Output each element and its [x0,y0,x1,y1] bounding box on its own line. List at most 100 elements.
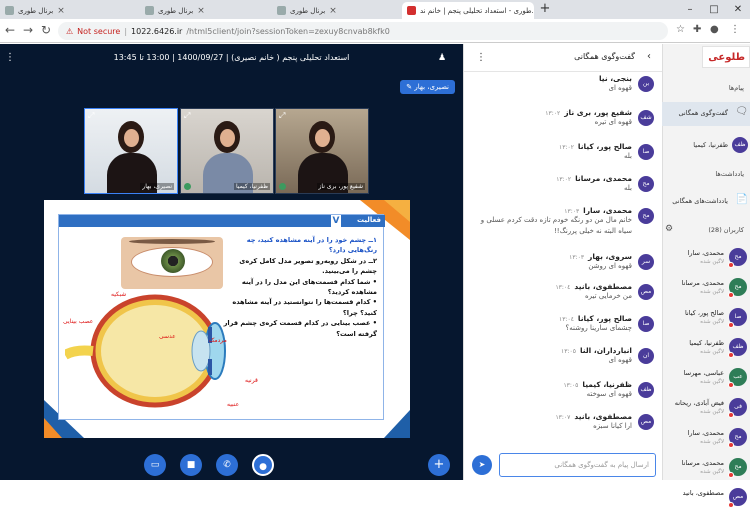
message-sender: مصطفوی، بانید١٣:٠٤ [474,282,632,291]
menu-icon[interactable]: ⋮ [730,24,740,35]
avatar: مح [638,208,654,224]
presentation-slide[interactable]: فعالیت V ١ــ چشم خود را در آینه مشاهده ک… [44,200,410,438]
close-tab-icon[interactable]: × [57,6,65,16]
profile-icon[interactable]: ● [710,24,719,35]
message-time: ١٣:٠٧ [555,414,571,421]
avatar: ظف [732,137,748,153]
close-window-icon[interactable]: ✕ [726,0,750,19]
browser-tab-active[interactable]: طوری - استعداد تحلیلی پنجم | خانم ند... … [402,2,534,19]
user-name: صالح پور، کیانا [684,309,724,317]
security-label: Not secure [77,26,121,36]
public-chat-label: گفت‌وگوی همگانی [678,109,729,117]
label-optic-nerve: عصب بینایی [63,318,94,325]
label-pupil: مردمک [209,337,227,344]
chat-message: صا صالح پور، کیانا١٣:٠٤ چشمای سارینا روشنه… [474,314,654,334]
chat-message: سر سروی، بهار١٣:٠٣ قهوه ای روشن [474,252,654,272]
message-text: قهوه ای [608,84,632,92]
note-icon: 📄 [735,194,748,205]
users-toggle-icon[interactable]: ♟ [438,53,446,63]
expand-icon[interactable]: ⤢ [88,111,94,121]
sender-name: محمدی، مرسانا [575,174,632,183]
chat-input[interactable]: ارسال پیام به گفت‌وگوی همگانی [499,453,656,477]
browser-tab[interactable]: برنال طوری × [0,2,140,19]
meeting-title: استعداد تحلیلی پنجم ( خانم نصیری) | 1400… [113,53,350,62]
tab-title: طوری - استعداد تحلیلی پنجم | خانم ند... [420,6,534,15]
avatar: صا [638,144,654,160]
user-sidebar: طلوعی پیام‌ها 🗨 گفت‌وگوی همگانی ظف ظفرنی… [662,44,750,508]
window-controls: – □ ✕ [678,0,750,19]
user-name: ظفرنیا، کیمیا [689,339,724,347]
conference-toolbar: ▭ ■ ✆ ● + [0,454,463,480]
extension-icon[interactable]: ✚ [693,24,701,35]
shared-notes-label: یادداشت‌های همگانی [672,197,728,205]
forward-icon[interactable]: → [20,23,36,37]
camera-button[interactable]: ■ [180,454,202,476]
user-list-item[interactable]: مح محمدی، سارا لاگین شده [662,244,750,276]
public-chat-item[interactable]: 🗨 گفت‌وگوی همگانی [662,102,750,126]
webcam-tile-active[interactable]: ⤢ نصیری، بهار [84,108,178,194]
close-tab-icon[interactable]: × [329,6,337,16]
status-dot [728,502,734,508]
user-list-item[interactable]: مح محمدی، مرسانا لاگین شده [662,454,750,486]
messages-section-label: پیام‌ها [728,84,744,92]
status-dot [728,352,734,358]
back-icon[interactable]: ← [2,23,18,37]
chat-header: ⋮ گفت‌وگوی همگانی ‹ [464,44,663,72]
question-line: ٢ــ در شکل روبه‌رو تصویر مدل کامل کره‌ی … [239,256,377,276]
avatar: سر [638,254,654,270]
shared-notes-item[interactable]: 📄 یادداشت‌های همگانی [662,190,750,214]
chat-options-icon[interactable]: ⋮ [476,52,486,63]
microphone-button[interactable]: ● [252,454,274,476]
webcam-tile[interactable]: ⤢ شفیع پور، بری ناز [275,108,369,194]
warning-icon: ⚠ [66,26,74,36]
maximize-icon[interactable]: □ [702,0,726,19]
expand-icon[interactable]: ⤢ [279,111,285,121]
sender-name: صالح پور، کیانا [577,142,632,151]
user-list-item[interactable]: صا صالح پور، کیانا لاگین شده [662,304,750,336]
message-time: ١٣:٠٢ [556,176,572,183]
user-list-item[interactable]: مح محمدی، مرسانا لاگین شده [662,274,750,306]
user-list-item[interactable]: عب عباسی، مهرسا لاگین شده [662,364,750,396]
actions-plus-button[interactable]: + [428,454,450,476]
tab-title: برنال طوری [158,6,194,15]
user-name: فیض آبادی، ریحانه [674,399,724,407]
user-list-item[interactable]: ظف ظفرنیا، کیمیا لاگین شده [662,334,750,366]
user-list-item[interactable]: مص مصطفوی، بانید [662,484,750,516]
browser-tab[interactable]: برنال طوری × [140,2,272,19]
chat-message: مح محمدی، مرسانا١٣:٠٢ بله [474,174,654,194]
star-icon[interactable]: ☆ [676,24,685,35]
phone-button[interactable]: ✆ [216,454,238,476]
settings-gear-icon[interactable]: ⚙ [665,224,673,234]
share-screen-button[interactable]: ▭ [144,454,166,476]
send-button[interactable]: ➤ [472,455,492,475]
url-field[interactable]: ⚠ Not secure | 1022.6426.ir/html5client/… [58,22,668,40]
close-tab-icon[interactable]: × [197,6,205,16]
browser-tab[interactable]: برنال طوری × [272,2,402,19]
user-name: محمدی، مرسانا [681,459,724,467]
message-sender: محمدی، مرسانا١٣:٠٢ [474,174,632,183]
label-cornea: قرنیه [245,377,258,384]
message-time: ١٣:٠٢ [545,110,561,117]
user-list-item[interactable]: فی فیض آبادی، ریحانه لاگین شده [662,394,750,426]
message-sender: شفیع پور، بری ناز١٣:٠٢ [474,108,632,117]
url-host: 1022.6426.ir [131,26,183,36]
sender-name: انبارداران، النا [579,346,632,355]
reload-icon[interactable]: ↻ [38,23,54,37]
sender-name: شفیع پور، بری ناز [564,108,632,117]
webcam-tile[interactable]: ⤢ ظفرنیا، کیمیا [180,108,274,194]
chat-message: صا صالح پور، کیانا١٣:٠٢ بله [474,142,654,162]
expand-icon[interactable]: ⤢ [184,111,190,121]
chat-title: گفت‌وگوی همگانی [574,52,635,61]
tab-title: برنال طوری [18,6,54,15]
sender-name: ظفرنیا، کیمیا [582,380,632,389]
chat-close-icon[interactable]: ‹ [647,51,651,62]
user-status: لاگین شده [700,469,724,475]
tab-favicon [145,6,154,15]
minimize-icon[interactable]: – [678,0,702,19]
user-list-item[interactable]: مح محمدی، سارا لاگین شده [662,424,750,456]
avatar: مح [638,176,654,192]
new-tab-button[interactable]: + [537,2,553,17]
private-chat-item[interactable]: ظف ظفرنیا، کیمیا [662,134,750,158]
sender-name: مصطفوی، بانید [574,412,632,421]
chat-message: شف شفیع پور، بری ناز١٣:٠٢ قهوه ای تیره [474,108,654,128]
